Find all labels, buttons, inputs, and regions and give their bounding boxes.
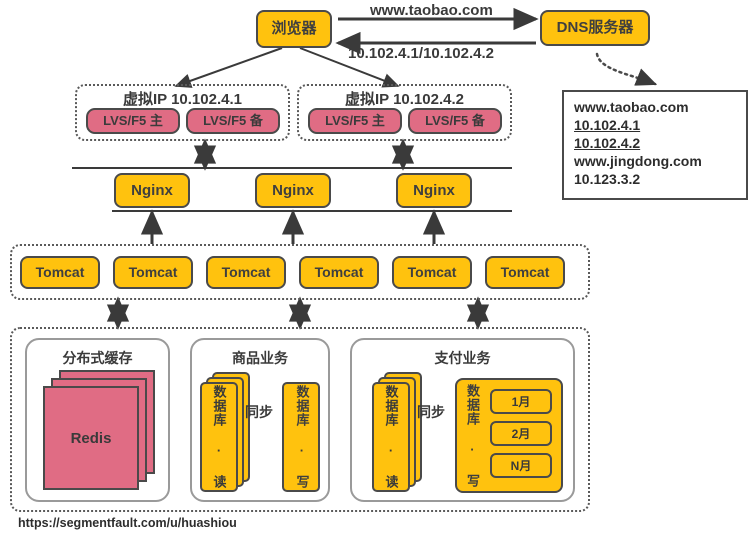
product-sync-label: 同步 xyxy=(245,404,273,420)
nginx-node-3[interactable]: Nginx xyxy=(396,173,472,208)
lvs-node-backup-2[interactable]: LVS/F5 备 xyxy=(408,108,502,134)
nginx-label: Nginx xyxy=(131,181,173,199)
lvs-node-backup-1[interactable]: LVS/F5 备 xyxy=(186,108,280,134)
lvs-node-label: LVS/F5 主 xyxy=(325,112,385,128)
payment-sync-label: 同步 xyxy=(417,404,445,420)
payment-read-db-label: 数据库 · 读 xyxy=(383,385,399,489)
payment-read-db-layer-front: 数据库 · 读 xyxy=(372,382,410,492)
browser-label: 浏览器 xyxy=(271,20,317,38)
vip-group-1-title: 虚拟IP 10.102.4.1 xyxy=(123,91,242,108)
payment-partition-2[interactable]: 2月 xyxy=(490,421,552,446)
tomcat-label: Tomcat xyxy=(314,264,364,281)
tomcat-node-2[interactable]: Tomcat xyxy=(113,256,193,289)
tomcat-label: Tomcat xyxy=(500,264,550,281)
footer-url: https://segmentfault.com/u/huashiou xyxy=(18,516,237,530)
product-service-title: 商品业务 xyxy=(232,350,288,366)
tomcat-label: Tomcat xyxy=(407,264,457,281)
product-write-db[interactable]: 数据库 · 写 xyxy=(282,382,320,492)
payment-partition-label: N月 xyxy=(510,459,532,473)
tomcat-node-3[interactable]: Tomcat xyxy=(206,256,286,289)
nginx-bus-top xyxy=(72,167,512,169)
payment-partition-1[interactable]: 1月 xyxy=(490,389,552,414)
dns-record-line: 10.102.4.1 xyxy=(574,117,641,133)
payment-partition-n[interactable]: N月 xyxy=(490,453,552,478)
browser-node[interactable]: 浏览器 xyxy=(256,10,332,48)
lvs-node-label: LVS/F5 主 xyxy=(103,112,163,128)
nginx-label: Nginx xyxy=(413,181,455,199)
dns-records-box: www.taobao.com 10.102.4.1 10.102.4.2 www… xyxy=(562,90,748,200)
dns-server-node[interactable]: DNS服务器 xyxy=(540,10,650,46)
nginx-node-1[interactable]: Nginx xyxy=(114,173,190,208)
nginx-label: Nginx xyxy=(272,181,314,199)
nginx-bus-bottom xyxy=(112,210,512,212)
dns-response-label: 10.102.4.1/10.102.4.2 xyxy=(348,45,494,62)
product-read-db-stack[interactable]: 数据库 · 读 xyxy=(200,372,266,494)
tomcat-node-5[interactable]: Tomcat xyxy=(392,256,472,289)
product-read-db-layer-front: 数据库 · 读 xyxy=(200,382,238,492)
lvs-node-label: LVS/F5 备 xyxy=(425,112,485,128)
tomcat-node-4[interactable]: Tomcat xyxy=(299,256,379,289)
payment-partition-label: 2月 xyxy=(511,427,531,441)
redis-label: Redis xyxy=(70,429,112,447)
lvs-node-primary-2[interactable]: LVS/F5 主 xyxy=(308,108,402,134)
dns-record-line: www.taobao.com xyxy=(574,99,689,115)
tomcat-label: Tomcat xyxy=(221,264,271,281)
payment-service-title: 支付业务 xyxy=(434,350,491,366)
tomcat-node-6[interactable]: Tomcat xyxy=(485,256,565,289)
product-read-db-label: 数据库 · 读 xyxy=(211,385,227,489)
nginx-node-2[interactable]: Nginx xyxy=(255,173,331,208)
payment-read-db-stack[interactable]: 数据库 · 读 xyxy=(372,372,438,494)
redis-stack-layer-front: Redis xyxy=(43,386,139,490)
tomcat-node-1[interactable]: Tomcat xyxy=(20,256,100,289)
product-write-db-label: 数据库 · 写 xyxy=(294,385,310,489)
redis-stack[interactable]: Redis xyxy=(43,370,158,492)
payment-write-db-label: 数据库 · 写 xyxy=(464,383,480,488)
lvs-node-label: LVS/F5 备 xyxy=(203,112,263,128)
dns-record-line: www.jingdong.com xyxy=(574,153,702,169)
tomcat-label: Tomcat xyxy=(128,264,178,281)
diagram-canvas: 浏览器 DNS服务器 www.taobao.com 10.102.4.1/10.… xyxy=(0,0,752,535)
cache-service-title: 分布式缓存 xyxy=(62,350,133,366)
vip-group-2-title: 虚拟IP 10.102.4.2 xyxy=(345,91,464,108)
payment-partition-label: 1月 xyxy=(511,395,531,409)
dns-record-line: 10.102.4.2 xyxy=(574,135,641,151)
dns-server-label: DNS服务器 xyxy=(556,19,634,37)
lvs-node-primary-1[interactable]: LVS/F5 主 xyxy=(86,108,180,134)
tomcat-label: Tomcat xyxy=(35,264,85,281)
dns-request-label: www.taobao.com xyxy=(370,2,493,19)
dns-record-line: 10.123.3.2 xyxy=(574,171,641,187)
